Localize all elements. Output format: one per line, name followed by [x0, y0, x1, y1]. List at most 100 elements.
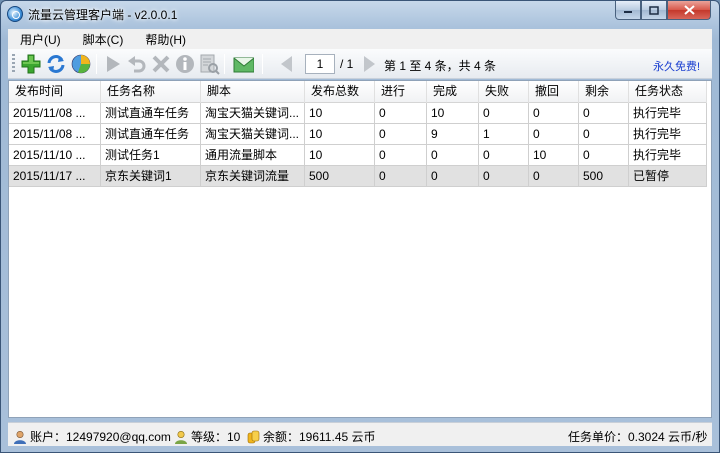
table-cell: 0 — [579, 103, 629, 124]
table-cell: 测试任务1 — [101, 145, 201, 166]
user-icon — [14, 430, 26, 444]
message-button[interactable] — [232, 53, 254, 75]
minimize-icon — [624, 11, 632, 13]
menu-script[interactable]: 脚本(C) — [71, 31, 134, 48]
table-cell: 0 — [375, 166, 427, 187]
column-header[interactable]: 失败 — [479, 81, 529, 103]
table-cell: 执行完毕 — [629, 145, 707, 166]
column-header[interactable]: 发布时间 — [9, 81, 101, 103]
balance-label: 余额：19611.45 云币 — [263, 430, 376, 444]
delete-button[interactable] — [150, 53, 172, 75]
toolbar: / 1 第 1 至 4 条，共 4 条 永久免费! — [8, 49, 712, 79]
table-cell: 测试直通车任务 — [101, 103, 201, 124]
maximize-button[interactable] — [641, 1, 667, 20]
menu-help[interactable]: 帮助(H) — [133, 31, 196, 48]
table-cell: 2015/11/17 ... — [9, 166, 101, 187]
table-cell: 0 — [479, 145, 529, 166]
table-header: 发布时间 任务名称 脚本 发布总数 进行 完成 失败 撤回 剩余 任务状态 — [9, 81, 707, 103]
play-icon — [107, 56, 120, 72]
title-bar[interactable]: 流量云管理客户端 - v2.0.0.1 — [1, 1, 719, 27]
table-cell: 0 — [529, 103, 579, 124]
account-status: 账户：12497920@qq.com — [13, 428, 171, 445]
table-cell: 10 — [305, 103, 375, 124]
record-range-label: 第 1 至 4 条，共 4 条 — [384, 59, 497, 73]
column-header[interactable]: 完成 — [427, 81, 479, 103]
table-body: 2015/11/08 ... 测试直通车任务 淘宝天猫关键词... 10 0 1… — [9, 103, 707, 187]
arrow-right-icon — [364, 56, 375, 72]
table-row[interactable]: 2015/11/10 ... 测试任务1 通用流量脚本 10 0 0 0 10 … — [9, 145, 707, 166]
table-cell: 9 — [427, 124, 479, 145]
info-button[interactable] — [174, 53, 196, 75]
table-cell: 0 — [529, 124, 579, 145]
column-header[interactable]: 脚本 — [201, 81, 305, 103]
toolbar-separator — [96, 54, 97, 74]
table-cell: 0 — [375, 145, 427, 166]
undo-button[interactable] — [126, 53, 148, 75]
table-cell: 通用流量脚本 — [201, 145, 305, 166]
balance-status: 余额：19611.45 云币 — [246, 428, 376, 445]
menu-bar: 用户(U) 脚本(C) 帮助(H) — [8, 29, 712, 49]
table-cell: 执行完毕 — [629, 103, 707, 124]
column-header[interactable]: 任务名称 — [101, 81, 201, 103]
close-icon — [683, 5, 695, 15]
table-row[interactable]: 2015/11/08 ... 测试直通车任务 淘宝天猫关键词... 10 0 1… — [9, 103, 707, 124]
coins-icon — [247, 430, 260, 443]
column-header[interactable]: 进行 — [375, 81, 427, 103]
free-forever-link[interactable]: 永久免费! — [653, 58, 700, 74]
table-cell: 0 — [427, 145, 479, 166]
close-button[interactable] — [667, 1, 711, 20]
toolbar-separator — [262, 54, 263, 74]
table-row[interactable]: 2015/11/08 ... 测试直通车任务 淘宝天猫关键词... 10 0 9… — [9, 124, 707, 145]
table-cell: 0 — [479, 103, 529, 124]
page-total-label: / 1 — [340, 57, 354, 71]
statistics-button[interactable] — [70, 53, 92, 75]
table-cell: 已暂停 — [629, 166, 707, 187]
table-cell: 0 — [579, 124, 629, 145]
table-cell: 2015/11/08 ... — [9, 103, 101, 124]
start-button[interactable] — [102, 53, 124, 75]
table-cell: 1 — [479, 124, 529, 145]
table-row-selected[interactable]: 2015/11/17 ... 京东关键词1 京东关键词流量 500 0 0 0 … — [9, 166, 707, 187]
plus-icon — [21, 54, 41, 74]
column-header[interactable]: 发布总数 — [305, 81, 375, 103]
refresh-button[interactable] — [45, 53, 67, 75]
document-search-icon — [200, 54, 220, 75]
table-cell: 2015/11/10 ... — [9, 145, 101, 166]
unit-price-status: 任务单价：0.3024 云币/秒 — [568, 430, 708, 444]
maximize-icon — [649, 5, 659, 15]
table-cell: 10 — [529, 145, 579, 166]
info-icon — [176, 55, 194, 73]
table-cell: 执行完毕 — [629, 124, 707, 145]
table-cell: 京东关键词流量 — [201, 166, 305, 187]
toolbar-grip[interactable] — [12, 54, 15, 74]
status-bar: 账户：12497920@qq.com 等级：10 余额：19611.45 云币 … — [8, 422, 712, 446]
page-number-input[interactable] — [305, 54, 335, 74]
app-window: 流量云管理客户端 - v2.0.0.1 用户(U) 脚本(C) 帮助(H) 1 … — [0, 0, 720, 453]
report-button[interactable] — [198, 53, 220, 75]
table-cell: 测试直通车任务 — [101, 124, 201, 145]
level-status: 等级：10 — [174, 428, 240, 445]
table-cell: 0 — [529, 166, 579, 187]
menu-user[interactable]: 用户(U) — [8, 31, 71, 48]
column-header[interactable]: 撤回 — [529, 81, 579, 103]
table-cell: 500 — [305, 166, 375, 187]
level-user-icon — [175, 430, 187, 444]
table-cell: 10 — [427, 103, 479, 124]
level-label: 等级：10 — [191, 430, 241, 444]
undo-icon — [128, 56, 146, 73]
next-page-button[interactable] — [358, 53, 380, 75]
table-cell: 0 — [479, 166, 529, 187]
account-label: 账户：12497920@qq.com — [30, 430, 171, 444]
minimize-button[interactable] — [615, 1, 641, 20]
mail-icon — [233, 57, 254, 73]
add-task-button[interactable] — [20, 53, 42, 75]
column-header[interactable]: 剩余 — [579, 81, 629, 103]
table-cell: 2015/11/08 ... — [9, 124, 101, 145]
table-cell: 京东关键词1 — [101, 166, 201, 187]
column-header[interactable]: 任务状态 — [629, 81, 707, 103]
window-title: 流量云管理客户端 - v2.0.0.1 — [28, 8, 178, 22]
table-cell: 0 — [375, 124, 427, 145]
arrow-left-icon — [281, 56, 292, 72]
previous-page-button[interactable] — [276, 53, 298, 75]
table-cell: 0 — [427, 166, 479, 187]
